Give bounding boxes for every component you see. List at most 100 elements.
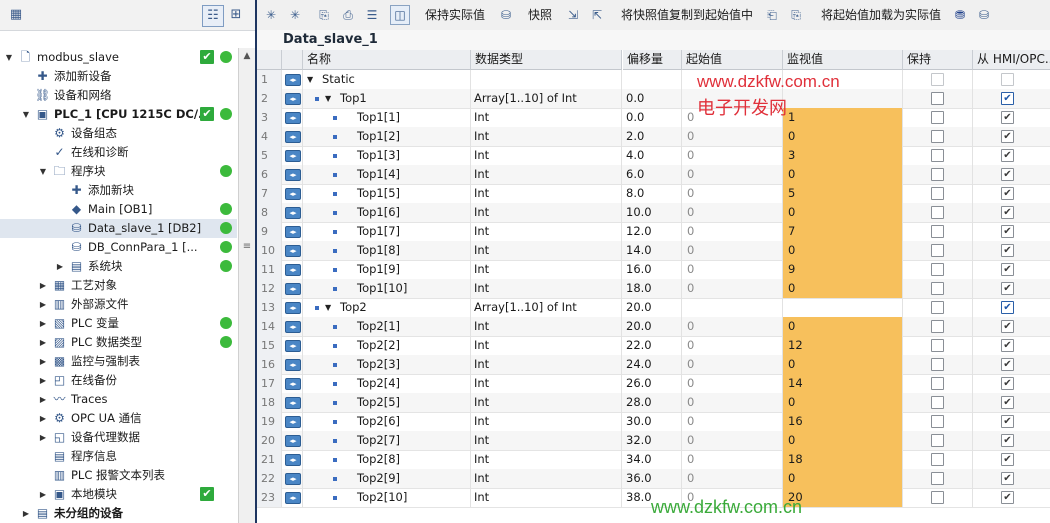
hmi-access-cell[interactable]: ✔	[973, 355, 1050, 374]
name-cell[interactable]: Top2[8]	[303, 450, 471, 469]
datatype-cell[interactable]: Int	[471, 260, 622, 279]
monitor-value-cell[interactable]: 0	[783, 165, 903, 184]
hmi-access-checkbox[interactable]: ✔	[1001, 434, 1014, 447]
monitor-value-cell[interactable]: 0	[783, 469, 903, 488]
collapse-icon[interactable]: ▼	[325, 298, 331, 317]
table-row[interactable]: 3 ◂▸ Top1[1] Int 0.0 0 1 ✔	[257, 108, 1050, 128]
tree-item[interactable]: ▶ ▤ 系统块	[0, 257, 237, 276]
start-value-cell[interactable]: 0	[682, 279, 783, 298]
name-cell[interactable]: Top2[6]	[303, 412, 471, 431]
tree-item[interactable]: ✓ 在线和诊断	[0, 143, 237, 162]
name-cell[interactable]: Top1[4]	[303, 165, 471, 184]
header-start-value[interactable]: 起始值	[682, 50, 783, 70]
hmi-access-cell[interactable]: ✔	[973, 241, 1050, 260]
hmi-access-cell[interactable]: ✔	[973, 298, 1050, 317]
insert-row-icon[interactable]: ✳	[262, 6, 280, 24]
datatype-cell[interactable]: Int	[471, 469, 622, 488]
start-value-cell[interactable]: 0	[682, 165, 783, 184]
hmi-access-cell[interactable]: ✔	[973, 412, 1050, 431]
retain-cell[interactable]	[903, 89, 973, 108]
tree-item[interactable]: ▶ ▦ 工艺对象	[0, 276, 237, 295]
table-row[interactable]: 11 ◂▸ Top1[9] Int 16.0 0 9 ✔	[257, 260, 1050, 280]
tree-item[interactable]: ▥ PLC 报警文本列表	[0, 466, 237, 485]
datatype-cell[interactable]: Int	[471, 222, 622, 241]
retain-cell[interactable]	[903, 146, 973, 165]
name-cell[interactable]: Top1[6]	[303, 203, 471, 222]
hmi-access-checkbox[interactable]: ✔	[1001, 92, 1014, 105]
retain-cell[interactable]	[903, 317, 973, 336]
datatype-cell[interactable]: Int	[471, 374, 622, 393]
collapse-icon[interactable]: ▼	[307, 70, 313, 89]
retain-checkbox[interactable]	[931, 130, 944, 143]
start-value-cell[interactable]: 0	[682, 241, 783, 260]
table-row[interactable]: 13 ◂▸ ▼ Top2 Array[1..10] of Int 20.0 ✔	[257, 298, 1050, 318]
start-value-cell[interactable]: 0	[682, 260, 783, 279]
tree-item[interactable]: ▼ 🗋 modbus_slave ✔	[0, 48, 237, 67]
tree-item[interactable]: ▶ 〰 Traces	[0, 390, 237, 409]
header-retain[interactable]: 保持	[903, 50, 973, 70]
retain-checkbox[interactable]	[931, 168, 944, 181]
retain-checkbox[interactable]	[931, 472, 944, 485]
name-cell[interactable]: ▼ Static	[303, 70, 471, 89]
tree-item[interactable]: ▼ 🗀 程序块	[0, 162, 237, 181]
start-value-cell[interactable]: 0	[682, 431, 783, 450]
retain-checkbox[interactable]	[931, 491, 944, 504]
retain-checkbox[interactable]	[931, 206, 944, 219]
table-row[interactable]: 2 ◂▸ ▼ Top1 Array[1..10] of Int 0.0 ✔	[257, 89, 1050, 109]
retain-checkbox[interactable]	[931, 111, 944, 124]
copy-snapshot-to-start-button[interactable]: 将快照值复制到起始值中	[621, 0, 753, 30]
download-db-icon[interactable]: ⛃	[951, 6, 969, 24]
header-offset[interactable]: 偏移量	[623, 50, 682, 70]
expand-icon[interactable]: ▶	[38, 371, 48, 390]
retain-cell[interactable]	[903, 260, 973, 279]
monitor-value-cell[interactable]: 7	[783, 222, 903, 241]
table-row[interactable]: 18 ◂▸ Top2[5] Int 28.0 0 0 ✔	[257, 393, 1050, 413]
hmi-access-checkbox[interactable]: ✔	[1001, 206, 1014, 219]
retain-checkbox[interactable]	[931, 92, 944, 105]
collapse-icon[interactable]: ▼	[21, 105, 31, 124]
tree-item[interactable]: ✚ 添加新块	[0, 181, 237, 200]
table-row[interactable]: 22 ◂▸ Top2[9] Int 36.0 0 0 ✔	[257, 469, 1050, 489]
hmi-access-cell[interactable]: ✔	[973, 89, 1050, 108]
hmi-access-cell[interactable]: ✔	[973, 336, 1050, 355]
expand-icon[interactable]: ▶	[38, 295, 48, 314]
expand-icon[interactable]: ▶	[38, 428, 48, 447]
start-value-cell[interactable]: 0	[682, 355, 783, 374]
copy-snapshot-icon[interactable]: ⇲	[564, 6, 582, 24]
tree-item[interactable]: ▶ ▨ PLC 数据类型	[0, 333, 237, 352]
name-cell[interactable]: Top2[9]	[303, 469, 471, 488]
tree-item[interactable]: ✚ 添加新设备	[0, 67, 237, 86]
monitor-value-cell[interactable]: 9	[783, 260, 903, 279]
tree-item[interactable]: ⛁ DB_ConnPara_1 [...	[0, 238, 237, 257]
hmi-access-checkbox[interactable]: ✔	[1001, 491, 1014, 504]
retain-cell[interactable]	[903, 412, 973, 431]
table-row[interactable]: 8 ◂▸ Top1[6] Int 10.0 0 0 ✔	[257, 203, 1050, 223]
hmi-access-checkbox[interactable]: ✔	[1001, 263, 1014, 276]
name-cell[interactable]: Top1[10]	[303, 279, 471, 298]
tree-item[interactable]: ▶ ⚙ OPC UA 通信	[0, 409, 237, 428]
retain-cell[interactable]	[903, 70, 973, 89]
paste-snapshot-icon[interactable]: ⇱	[588, 6, 606, 24]
datatype-cell[interactable]: Int	[471, 412, 622, 431]
tree-item[interactable]: ▶ ▤ 未分组的设备	[0, 504, 237, 523]
hmi-access-checkbox[interactable]	[1001, 73, 1014, 86]
expand-icon[interactable]: ▶	[38, 409, 48, 428]
table-row[interactable]: 1 ◂▸ ▼ Static	[257, 70, 1050, 90]
hmi-access-checkbox[interactable]: ✔	[1001, 130, 1014, 143]
header-name[interactable]: 名称	[303, 50, 471, 70]
tree-item[interactable]: ▼ ▣ PLC_1 [CPU 1215C DC/... ✔	[0, 105, 237, 124]
retain-checkbox[interactable]	[931, 434, 944, 447]
monitor-value-cell[interactable]: 1	[783, 108, 903, 127]
name-cell[interactable]: Top1[2]	[303, 127, 471, 146]
device-view-icon[interactable]: ▦	[6, 5, 26, 25]
table-row[interactable]: 19 ◂▸ Top2[6] Int 30.0 0 16 ✔	[257, 412, 1050, 432]
table-row[interactable]: 15 ◂▸ Top2[2] Int 22.0 0 12 ✔	[257, 336, 1050, 356]
table-row[interactable]: 17 ◂▸ Top2[4] Int 26.0 0 14 ✔	[257, 374, 1050, 394]
name-cell[interactable]: Top1[3]	[303, 146, 471, 165]
expand-icon[interactable]: ▶	[55, 257, 65, 276]
start-value-cell[interactable]: 0	[682, 336, 783, 355]
hmi-access-checkbox[interactable]: ✔	[1001, 339, 1014, 352]
load-start-as-actual-button[interactable]: 将起始值加载为实际值	[821, 0, 941, 30]
name-cell[interactable]: Top2[10]	[303, 488, 471, 507]
name-cell[interactable]: Top2[4]	[303, 374, 471, 393]
